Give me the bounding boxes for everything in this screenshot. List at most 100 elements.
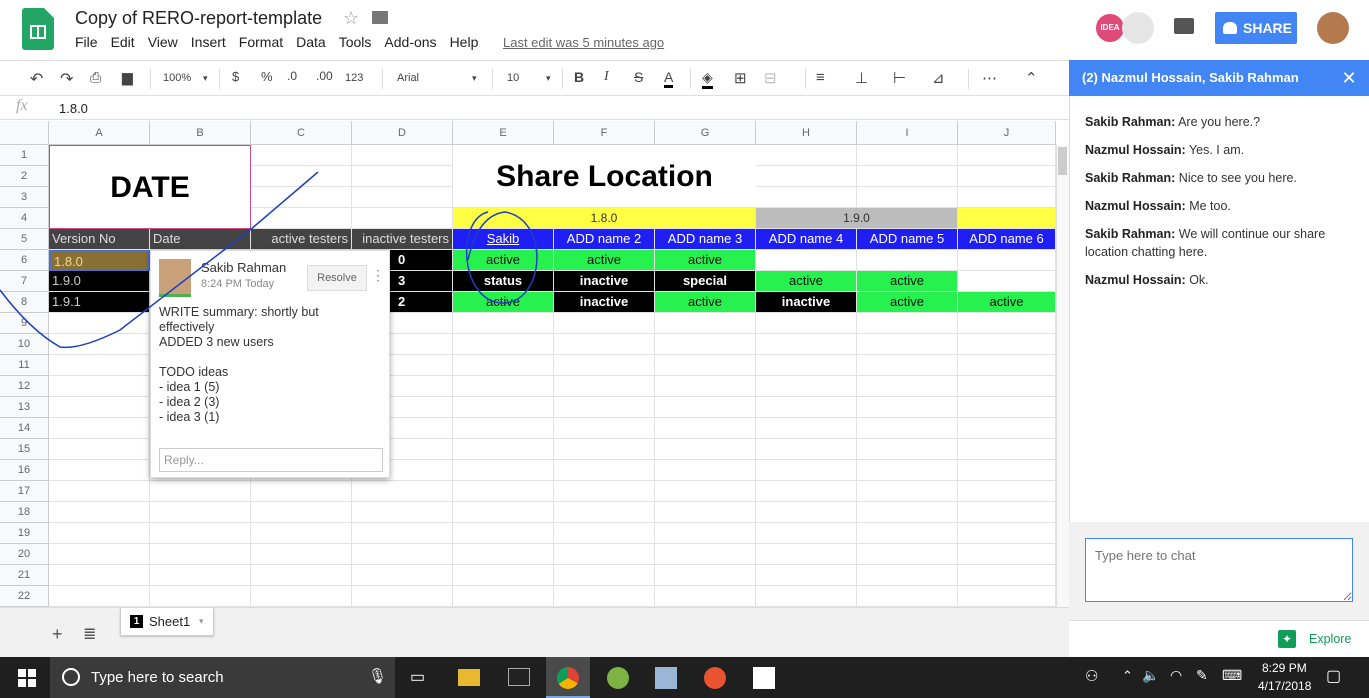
- grid-cell[interactable]: [857, 481, 958, 502]
- paint-format-icon[interactable]: ▆: [122, 69, 133, 86]
- header-cell[interactable]: ADD name 2: [554, 229, 655, 250]
- resolve-button[interactable]: Resolve: [307, 265, 367, 291]
- status-cell[interactable]: status: [453, 271, 554, 292]
- percent-button[interactable]: %: [261, 69, 273, 84]
- grid-cell[interactable]: [756, 334, 857, 355]
- text-color-button[interactable]: A: [664, 69, 674, 88]
- status-cell[interactable]: active: [453, 250, 554, 271]
- grid-cell[interactable]: [857, 439, 958, 460]
- grid-cell[interactable]: [756, 460, 857, 481]
- grid-cell[interactable]: [49, 502, 150, 523]
- grid-cell[interactable]: [453, 376, 554, 397]
- status-cell[interactable]: active: [857, 292, 958, 313]
- grid-cell[interactable]: [655, 544, 756, 565]
- row-header-10[interactable]: 10: [0, 334, 49, 355]
- grid-cell[interactable]: [453, 502, 554, 523]
- status-cell[interactable]: active: [655, 250, 756, 271]
- grid-cell[interactable]: [352, 586, 453, 607]
- pen-icon[interactable]: ✎: [1196, 667, 1208, 684]
- grid-cell[interactable]: [251, 586, 352, 607]
- grid-cell[interactable]: [352, 145, 453, 166]
- grid-cell[interactable]: [453, 565, 554, 586]
- row-header-18[interactable]: 18: [0, 502, 49, 523]
- folder-icon[interactable]: [372, 11, 388, 24]
- grid-cell[interactable]: [49, 418, 150, 439]
- grid-cell[interactable]: [958, 481, 1056, 502]
- people-icon[interactable]: ⚇: [1085, 667, 1098, 685]
- grid-cell[interactable]: [756, 166, 857, 187]
- row-header-15[interactable]: 15: [0, 439, 49, 460]
- grid-cell[interactable]: [958, 439, 1056, 460]
- grid-cell[interactable]: [756, 145, 857, 166]
- grid-cell[interactable]: [554, 460, 655, 481]
- menu-tools[interactable]: Tools: [339, 34, 385, 50]
- header-cell[interactable]: inactive testers: [352, 229, 453, 250]
- grid-cell[interactable]: [958, 586, 1056, 607]
- grid-cell[interactable]: [150, 481, 251, 502]
- grid-cell[interactable]: [958, 334, 1056, 355]
- grid-cell[interactable]: [756, 502, 857, 523]
- grid-cell[interactable]: [49, 376, 150, 397]
- keyboard-icon[interactable]: ⌨: [1222, 667, 1242, 684]
- font-size-select[interactable]: 10: [507, 72, 519, 84]
- grid-cell[interactable]: [857, 355, 958, 376]
- explore-button[interactable]: Explore: [1309, 632, 1351, 646]
- scroll-thumb[interactable]: [1058, 147, 1067, 175]
- align-icon[interactable]: ≡: [816, 69, 825, 86]
- status-cell[interactable]: inactive: [756, 292, 857, 313]
- italic-button[interactable]: I: [604, 69, 609, 85]
- row-header-21[interactable]: 21: [0, 565, 49, 586]
- grid-cell[interactable]: [352, 502, 453, 523]
- column-header-f[interactable]: F: [554, 121, 655, 145]
- grid-cell[interactable]: [857, 586, 958, 607]
- grid-cell[interactable]: [857, 565, 958, 586]
- font-select[interactable]: Arial: [397, 72, 419, 84]
- grid-cell[interactable]: [857, 502, 958, 523]
- comments-icon[interactable]: [1174, 18, 1194, 34]
- grid-cell[interactable]: [958, 544, 1056, 565]
- add-sheet-button[interactable]: +: [52, 624, 63, 645]
- grid-cell[interactable]: [251, 145, 352, 166]
- vertical-scrollbar[interactable]: [1056, 145, 1069, 607]
- text-wrap-icon[interactable]: ⊢: [893, 69, 906, 87]
- grid-cell[interactable]: [453, 544, 554, 565]
- grid-cell[interactable]: [958, 565, 1056, 586]
- grid-cell[interactable]: [453, 439, 554, 460]
- grid-cell[interactable]: [958, 187, 1056, 208]
- grid-cell[interactable]: [756, 544, 857, 565]
- vertical-align-icon[interactable]: ⊥: [855, 69, 868, 87]
- grid-cell[interactable]: [49, 565, 150, 586]
- grid-cell[interactable]: [655, 397, 756, 418]
- grid-cell[interactable]: [150, 586, 251, 607]
- grid-cell[interactable]: [554, 355, 655, 376]
- grid-cell[interactable]: [655, 439, 756, 460]
- menu-help[interactable]: Help: [450, 34, 492, 50]
- grid-cell[interactable]: [150, 523, 251, 544]
- reply-input[interactable]: Reply...: [159, 448, 383, 472]
- grid-cell[interactable]: [857, 334, 958, 355]
- grid-cell[interactable]: [655, 334, 756, 355]
- explore-icon[interactable]: ✦: [1278, 630, 1296, 648]
- column-header-e[interactable]: E: [453, 121, 554, 145]
- grid-cell[interactable]: [857, 145, 958, 166]
- header-cell[interactable]: ADD name 5: [857, 229, 958, 250]
- grid-cell[interactable]: [756, 481, 857, 502]
- grid-cell[interactable]: [251, 208, 352, 229]
- menu-file[interactable]: File: [75, 34, 111, 50]
- grid-cell[interactable]: [150, 502, 251, 523]
- grid-cell[interactable]: [958, 145, 1056, 166]
- grid-cell[interactable]: [756, 313, 857, 334]
- grid-cell[interactable]: [49, 313, 150, 334]
- grid-cell[interactable]: [756, 376, 857, 397]
- grid-cell[interactable]: [655, 355, 756, 376]
- grid-cell[interactable]: [554, 334, 655, 355]
- grid-cell[interactable]: [251, 187, 352, 208]
- grid-cell[interactable]: [251, 481, 352, 502]
- star-icon[interactable]: ☆: [343, 8, 359, 29]
- header-cell[interactable]: ADD name 6: [958, 229, 1056, 250]
- grid-cell[interactable]: [49, 439, 150, 460]
- grid-cell[interactable]: [453, 460, 554, 481]
- grid-cell[interactable]: [756, 418, 857, 439]
- grid-cell[interactable]: [756, 355, 857, 376]
- row-header-5[interactable]: 5: [0, 229, 49, 250]
